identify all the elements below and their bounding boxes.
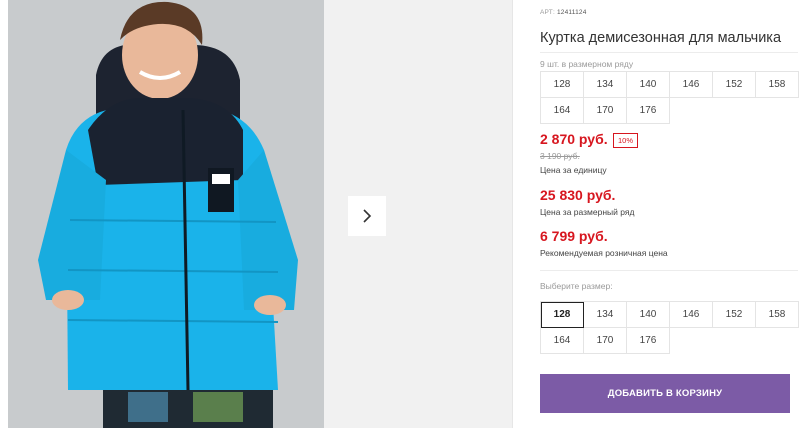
size-run-cell: 140 (627, 72, 670, 98)
size-option[interactable]: 146 (670, 302, 713, 328)
product-info-panel: АРТ: 12411124 Куртка демисезонная для ма… (540, 0, 800, 428)
chevron-right-icon (363, 209, 372, 223)
unit-price: 2 870 руб. (540, 131, 608, 147)
size-run-cell: 134 (584, 72, 627, 98)
size-run-price-caption: Цена за размерный ряд (540, 207, 635, 217)
size-run-grid: 128 134 140 146 152 158 164 170 176 (540, 71, 799, 124)
article-number: АРТ: 12411124 (540, 9, 587, 16)
size-option[interactable]: 164 (541, 328, 584, 354)
size-run-cell: 158 (756, 72, 799, 98)
unit-price-caption: Цена за единицу (540, 165, 607, 175)
old-price: 3 190 руб. (540, 151, 580, 161)
add-to-cart-button[interactable]: ДОБАВИТЬ В КОРЗИНУ (540, 374, 790, 413)
size-option[interactable]: 134 (584, 302, 627, 328)
size-option[interactable]: 158 (756, 302, 799, 328)
size-run-cell: 128 (541, 72, 584, 98)
size-option[interactable]: 170 (584, 328, 627, 354)
product-gallery (0, 0, 512, 428)
size-selector: 128 134 140 146 152 158 164 170 176 (540, 301, 799, 354)
next-photo-button[interactable] (348, 196, 386, 236)
size-option[interactable]: 140 (627, 302, 670, 328)
product-photo (8, 0, 324, 428)
article-value: 12411124 (556, 9, 587, 16)
retail-price: 6 799 руб. (540, 228, 608, 244)
size-option[interactable]: 152 (713, 302, 756, 328)
size-run-price: 25 830 руб. (540, 187, 616, 203)
divider (540, 270, 798, 271)
size-run-cell: 164 (541, 98, 584, 124)
size-run-cell: 176 (627, 98, 670, 124)
discount-badge: 10% (613, 133, 639, 148)
size-run-cell: 152 (713, 72, 756, 98)
size-run-cell: 146 (670, 72, 713, 98)
boy-in-jacket-illustration (8, 0, 324, 428)
divider (540, 52, 798, 53)
size-run-label: 9 шт. в размерном ряду (540, 59, 634, 69)
size-option-selected[interactable]: 128 (541, 302, 584, 328)
size-run-cell: 170 (584, 98, 627, 124)
product-title: Куртка демисезонная для мальчика (540, 30, 782, 46)
size-option[interactable]: 176 (627, 328, 670, 354)
choose-size-label: Выберите размер: (540, 281, 613, 291)
retail-price-caption: Рекомендуемая розничная цена (540, 248, 668, 258)
panel-divider (512, 0, 513, 428)
